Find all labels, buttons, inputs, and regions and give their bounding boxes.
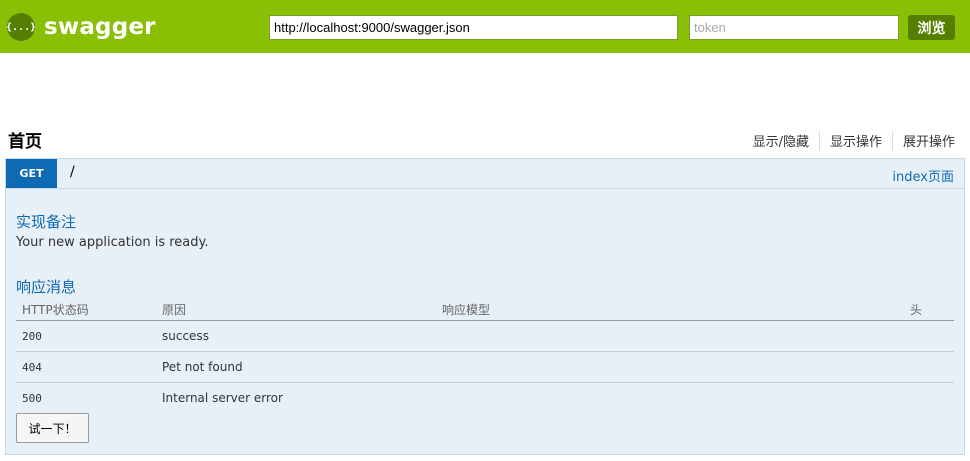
http-method-badge[interactable]: GET (6, 159, 57, 188)
status-code: 200 (16, 320, 156, 352)
show-hide-link[interactable]: 显示/隐藏 (753, 131, 819, 150)
response-messages-table: HTTP状态码 原因 响应模型 头 200 success 404 Pet no… (16, 299, 954, 413)
try-it-out-button[interactable]: 试一下！ (16, 413, 89, 443)
header-headers: 头 (904, 299, 954, 321)
list-operations-link[interactable]: 显示操作 (818, 131, 892, 150)
headers (904, 320, 954, 352)
explore-button[interactable]: 浏览 (908, 15, 955, 40)
operation-path[interactable]: / (70, 164, 75, 180)
swagger-logo[interactable]: {...} swagger (6, 12, 156, 42)
reason: Internal server error (162, 391, 283, 405)
table-row: 200 success (16, 320, 954, 352)
response-model (436, 383, 904, 414)
operation-get-root: GET / index页面 实现备注 Your new application … (5, 158, 965, 455)
spec-url-input[interactable] (269, 15, 678, 40)
reason: success (156, 320, 436, 352)
status-code: 404 (16, 351, 156, 383)
response-model (436, 320, 904, 352)
operation-heading[interactable]: GET / index页面 (6, 159, 964, 189)
table-header-row: HTTP状态码 原因 响应模型 头 (16, 299, 954, 321)
headers (904, 383, 954, 414)
swagger-logo-text: swagger (44, 14, 156, 40)
operation-summary[interactable]: index页面 (892, 166, 954, 185)
response-model (436, 351, 904, 383)
response-messages-title: 响应消息 (16, 278, 77, 296)
top-bar: {...} swagger 浏览 (0, 0, 970, 53)
expand-operations-link[interactable]: 展开操作 (891, 131, 955, 150)
table-row: 500 Internal server error (16, 383, 954, 414)
headers (904, 351, 954, 383)
header-reason: 原因 (156, 299, 436, 321)
table-row: 404 Pet not found (16, 351, 954, 383)
token-input[interactable] (689, 15, 899, 40)
header-response-model: 响应模型 (436, 299, 904, 321)
header-status-code: HTTP状态码 (16, 299, 156, 321)
status-code: 500 (22, 391, 42, 405)
resource-title[interactable]: 首页 (8, 127, 42, 152)
resource-links: 显示/隐藏 显示操作 展开操作 (753, 131, 955, 150)
reason: Pet not found (156, 351, 436, 383)
swagger-logo-icon: {...} (6, 13, 36, 41)
implementation-notes-text: Your new application is ready. (16, 235, 209, 250)
implementation-notes-title: 实现备注 (16, 213, 77, 231)
